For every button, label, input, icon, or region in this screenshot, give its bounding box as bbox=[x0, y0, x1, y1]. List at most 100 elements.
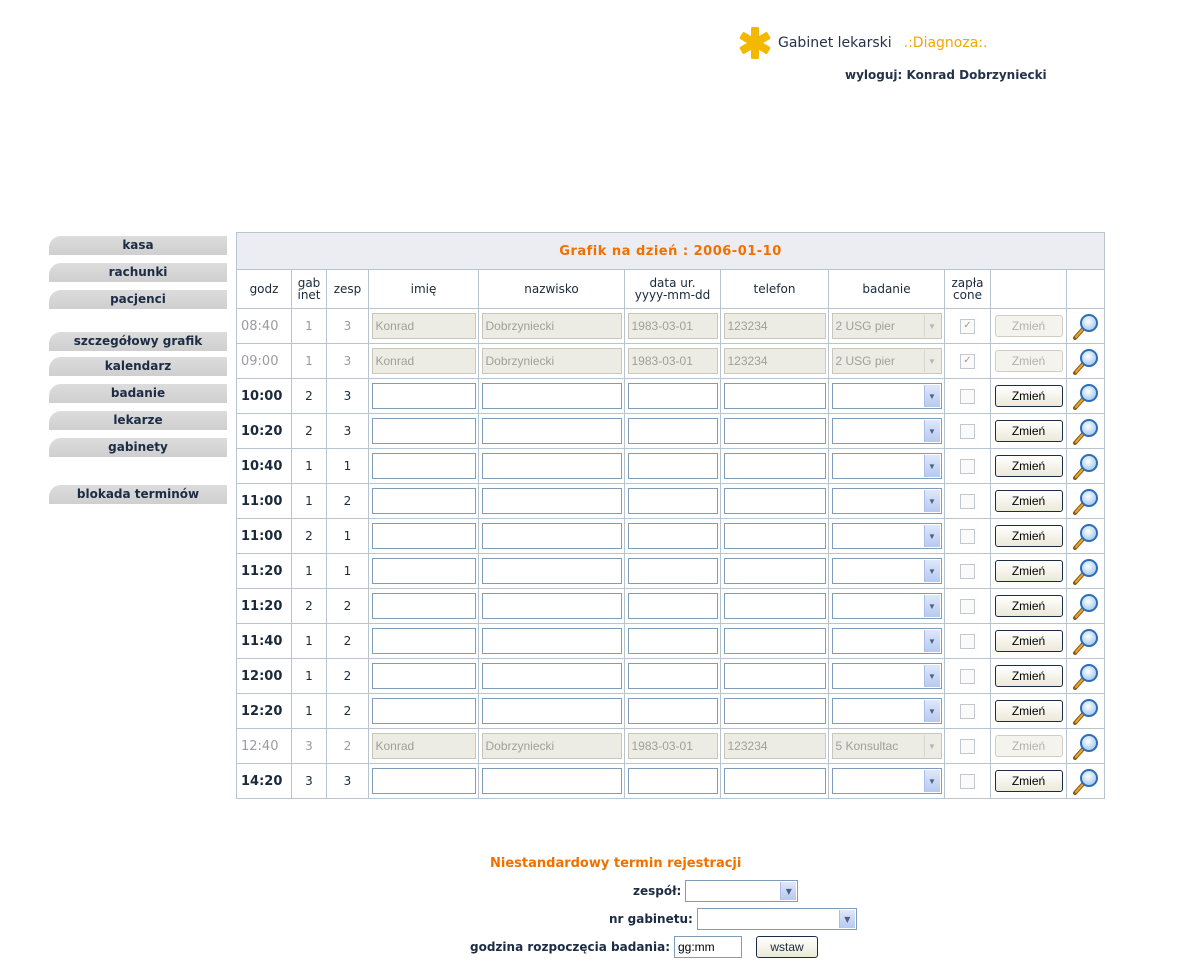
telefon-input[interactable] bbox=[723, 558, 826, 584]
zmien-button[interactable]: Zmień bbox=[994, 315, 1063, 337]
data-ur-input[interactable] bbox=[627, 383, 718, 409]
chevron-down-icon[interactable]: ▼ bbox=[923, 525, 940, 547]
magnifier-icon[interactable] bbox=[1072, 592, 1100, 620]
imie-input[interactable] bbox=[371, 698, 476, 724]
nazwisko-input[interactable] bbox=[481, 488, 622, 514]
telefon-input[interactable] bbox=[723, 453, 826, 479]
data-ur-input[interactable] bbox=[627, 558, 718, 584]
zaplacone-checkbox[interactable] bbox=[960, 633, 975, 649]
nazwisko-input[interactable] bbox=[481, 348, 622, 374]
zespol-select[interactable]: ▼ bbox=[685, 880, 799, 902]
telefon-input[interactable] bbox=[723, 523, 826, 549]
data-ur-input[interactable] bbox=[627, 418, 718, 444]
magnifier-icon[interactable] bbox=[1072, 522, 1100, 550]
sidebar-item-rachunki[interactable]: rachunki bbox=[49, 263, 227, 282]
magnifier-icon[interactable] bbox=[1072, 732, 1100, 760]
chevron-down-icon[interactable]: ▼ bbox=[923, 490, 940, 512]
zmien-button[interactable]: Zmień bbox=[994, 770, 1063, 792]
zmien-button[interactable]: Zmień bbox=[994, 735, 1063, 757]
nazwisko-input[interactable] bbox=[481, 768, 622, 794]
nazwisko-input[interactable] bbox=[481, 313, 622, 339]
imie-input[interactable] bbox=[371, 313, 476, 339]
magnifier-icon[interactable] bbox=[1072, 382, 1100, 410]
imie-input[interactable] bbox=[371, 558, 476, 584]
nazwisko-input[interactable] bbox=[481, 558, 622, 584]
data-ur-input[interactable] bbox=[627, 593, 718, 619]
data-ur-input[interactable] bbox=[627, 768, 718, 794]
telefon-input[interactable] bbox=[723, 593, 826, 619]
chevron-down-icon[interactable]: ▼ bbox=[923, 420, 940, 442]
chevron-down-icon[interactable]: ▼ bbox=[923, 350, 940, 372]
badanie-select[interactable]: ▼ bbox=[831, 488, 942, 514]
telefon-input[interactable] bbox=[723, 383, 826, 409]
telefon-input[interactable] bbox=[723, 733, 826, 759]
chevron-down-icon[interactable]: ▼ bbox=[780, 882, 797, 900]
magnifier-icon[interactable] bbox=[1072, 417, 1100, 445]
zaplacone-checkbox[interactable] bbox=[960, 773, 975, 789]
zmien-button[interactable]: Zmień bbox=[994, 630, 1063, 652]
data-ur-input[interactable] bbox=[627, 313, 718, 339]
nazwisko-input[interactable] bbox=[481, 733, 622, 759]
imie-input[interactable] bbox=[371, 768, 476, 794]
godzina-input[interactable] bbox=[674, 936, 742, 958]
data-ur-input[interactable] bbox=[627, 698, 718, 724]
zmien-button[interactable]: Zmień bbox=[994, 350, 1063, 372]
chevron-down-icon[interactable]: ▼ bbox=[923, 560, 940, 582]
zaplacone-checkbox[interactable] bbox=[960, 493, 975, 509]
zaplacone-checkbox[interactable] bbox=[960, 528, 975, 544]
sidebar-item-badanie[interactable]: badanie bbox=[49, 384, 227, 403]
data-ur-input[interactable] bbox=[627, 663, 718, 689]
chevron-down-icon[interactable]: ▼ bbox=[923, 770, 940, 792]
badanie-select[interactable]: 5 Konsultac ▼ bbox=[831, 733, 942, 759]
data-ur-input[interactable] bbox=[627, 348, 718, 374]
badanie-select[interactable]: 2 USG pier ▼ bbox=[831, 313, 942, 339]
badanie-select[interactable]: ▼ bbox=[831, 593, 942, 619]
imie-input[interactable] bbox=[371, 593, 476, 619]
imie-input[interactable] bbox=[371, 383, 476, 409]
zaplacone-checkbox[interactable]: ✓ bbox=[960, 318, 975, 334]
data-ur-input[interactable] bbox=[627, 488, 718, 514]
telefon-input[interactable] bbox=[723, 313, 826, 339]
zmien-button[interactable]: Zmień bbox=[994, 665, 1063, 687]
imie-input[interactable] bbox=[371, 628, 476, 654]
wstaw-button[interactable]: wstaw bbox=[756, 936, 818, 958]
badanie-select[interactable]: ▼ bbox=[831, 418, 942, 444]
badanie-select[interactable]: ▼ bbox=[831, 628, 942, 654]
sidebar-item-gabinety[interactable]: gabinety bbox=[49, 438, 227, 457]
telefon-input[interactable] bbox=[723, 663, 826, 689]
zaplacone-checkbox[interactable] bbox=[960, 598, 975, 614]
zmien-button[interactable]: Zmień bbox=[994, 490, 1063, 512]
nazwisko-input[interactable] bbox=[481, 523, 622, 549]
chevron-down-icon[interactable]: ▼ bbox=[923, 455, 940, 477]
chevron-down-icon[interactable]: ▼ bbox=[923, 665, 940, 687]
nazwisko-input[interactable] bbox=[481, 663, 622, 689]
zmien-button[interactable]: Zmień bbox=[994, 455, 1063, 477]
nazwisko-input[interactable] bbox=[481, 593, 622, 619]
magnifier-icon[interactable] bbox=[1072, 487, 1100, 515]
zaplacone-checkbox[interactable] bbox=[960, 563, 975, 579]
magnifier-icon[interactable] bbox=[1072, 697, 1100, 725]
sidebar-item-szczegolowy-grafik[interactable]: szczegółowy grafik bbox=[49, 332, 227, 351]
zaplacone-checkbox[interactable] bbox=[960, 703, 975, 719]
nazwisko-input[interactable] bbox=[481, 698, 622, 724]
magnifier-icon[interactable] bbox=[1072, 662, 1100, 690]
zaplacone-checkbox[interactable] bbox=[960, 458, 975, 474]
imie-input[interactable] bbox=[371, 348, 476, 374]
zaplacone-checkbox[interactable] bbox=[960, 668, 975, 684]
badanie-select[interactable]: ▼ bbox=[831, 663, 942, 689]
chevron-down-icon[interactable]: ▼ bbox=[838, 910, 855, 928]
logout-link[interactable]: wyloguj: Konrad Dobrzyniecki bbox=[845, 68, 1047, 82]
imie-input[interactable] bbox=[371, 733, 476, 759]
magnifier-icon[interactable] bbox=[1072, 627, 1100, 655]
badanie-select[interactable]: ▼ bbox=[831, 523, 942, 549]
telefon-input[interactable] bbox=[723, 768, 826, 794]
data-ur-input[interactable] bbox=[627, 523, 718, 549]
magnifier-icon[interactable] bbox=[1072, 347, 1100, 375]
telefon-input[interactable] bbox=[723, 418, 826, 444]
badanie-select[interactable]: ▼ bbox=[831, 453, 942, 479]
sidebar-item-kalendarz[interactable]: kalendarz bbox=[49, 357, 227, 376]
telefon-input[interactable] bbox=[723, 628, 826, 654]
zaplacone-checkbox[interactable] bbox=[960, 423, 975, 439]
data-ur-input[interactable] bbox=[627, 628, 718, 654]
imie-input[interactable] bbox=[371, 453, 476, 479]
